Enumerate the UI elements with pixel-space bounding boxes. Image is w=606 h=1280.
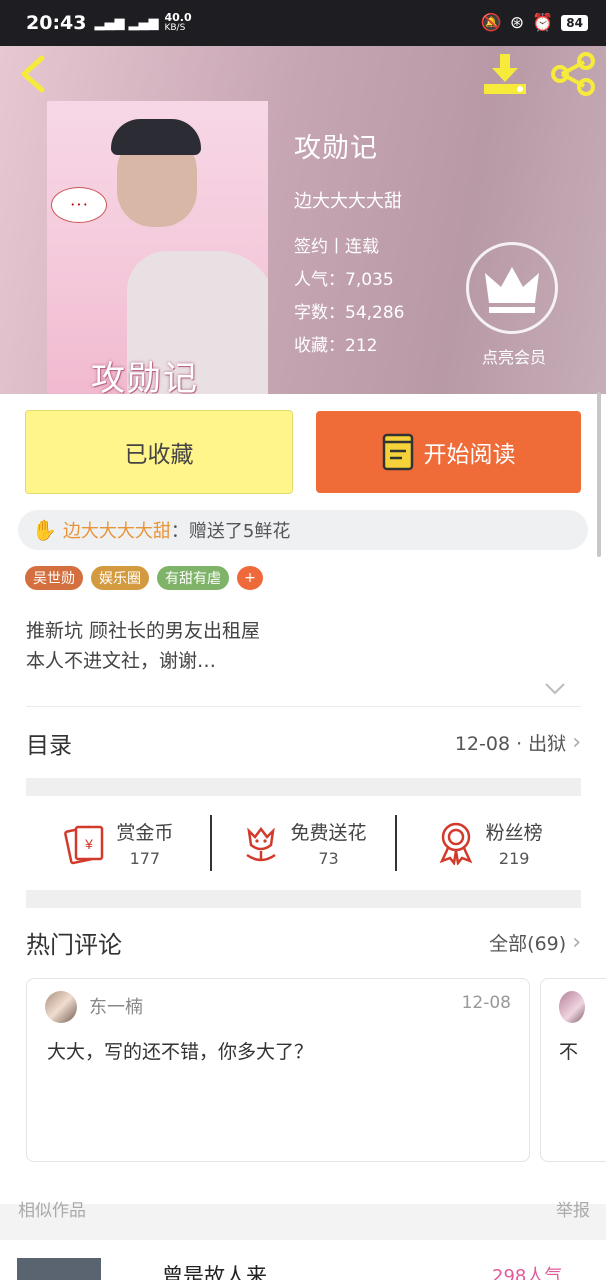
add-tag-button[interactable]: +	[237, 566, 263, 590]
download-button[interactable]	[482, 52, 528, 96]
comment-card[interactable]: 不	[540, 978, 606, 1162]
similar-book-popularity: 298人气	[492, 1266, 563, 1280]
book-cover[interactable]: • • • 攻勋记	[47, 101, 268, 394]
back-button[interactable]	[16, 54, 52, 94]
red-envelope-icon: ¥	[64, 825, 104, 865]
share-button[interactable]	[550, 52, 596, 96]
signal-icon-2: ▂▄▆	[128, 15, 159, 31]
stat-name: 免费送花	[290, 822, 367, 844]
gift-user[interactable]: 边大大大大甜	[63, 517, 171, 543]
book-title: 攻勋记	[294, 133, 378, 164]
clap-icon: ✋	[32, 518, 57, 542]
hot-comments-label: 热门评论	[26, 930, 122, 959]
footer-row: 相似作品 举报	[18, 1196, 590, 1221]
start-reading-label: 开始阅读	[423, 442, 516, 468]
network-speed-value: 40.0	[164, 11, 192, 24]
status-time: 20:43	[26, 12, 87, 34]
similar-book-cover	[17, 1258, 101, 1280]
section-divider	[26, 778, 581, 796]
book-author[interactable]: 边大大大大甜	[294, 187, 404, 213]
book-status: 签约丨连载	[294, 237, 379, 257]
battery-icon: 84	[561, 15, 588, 31]
toc-label: 目录	[26, 732, 72, 759]
medal-icon	[439, 822, 473, 865]
stat-free-flowers[interactable]: 免费送花 73	[212, 796, 396, 890]
toc-latest-chapter: 12-08 · 出狱	[454, 733, 567, 755]
book-icon	[382, 433, 413, 471]
alarm-icon: ⏰	[532, 13, 554, 33]
stat-value: 177	[129, 849, 161, 868]
cover-title: 攻勋记	[91, 359, 199, 394]
network-speed: 40.0 KB/S	[164, 11, 192, 33]
stat-reward-coins[interactable]: ¥ 赏金币 177	[26, 796, 210, 890]
network-speed-unit: KB/S	[164, 23, 186, 33]
similar-works-label: 相似作品	[18, 1201, 86, 1221]
tag-item[interactable]: 娱乐圈	[91, 566, 149, 590]
chevron-right-icon: ›	[572, 730, 581, 755]
comment-body: 大大，写的还不错，你多大了？	[47, 1041, 314, 1063]
mute-icon: 🔕	[480, 13, 502, 33]
tag-item[interactable]: 吴世勋	[25, 566, 83, 590]
download-icon	[484, 54, 526, 94]
svg-text:¥: ¥	[84, 836, 93, 852]
stat-name: 赏金币	[116, 822, 174, 844]
favorited-button[interactable]: 已收藏	[25, 410, 293, 494]
signal-icon: ▂▄▆	[94, 15, 125, 31]
status-right: 🔕 ⊛ ⏰ 84	[481, 13, 588, 33]
chevron-right-icon[interactable]: ›	[572, 930, 581, 955]
crown-icon	[485, 267, 539, 313]
stat-name: 粉丝榜	[485, 822, 543, 844]
comment-card[interactable]: 东一楠 12-08 大大，写的还不错，你多大了？	[26, 978, 530, 1162]
stats-bar: ¥ 赏金币 177 免费送花 73 粉丝榜 219	[26, 796, 581, 890]
cover-figure-cap	[111, 119, 201, 155]
comment-date: 12-08	[461, 993, 511, 1013]
book-popularity: 人气：7,035	[294, 270, 394, 290]
scrollbar[interactable]	[597, 392, 601, 557]
tag-list: 吴世勋 娱乐圈 有甜有虐 +	[25, 566, 263, 590]
stat-value: 219	[498, 849, 530, 868]
book-collections: 收藏：212	[294, 336, 378, 356]
cover-speech-bubble: • • •	[51, 187, 107, 223]
avatar[interactable]	[45, 991, 77, 1023]
report-link[interactable]: 举报	[556, 1196, 590, 1221]
expand-chevron-icon[interactable]	[544, 682, 566, 696]
similar-book-title: 曾是故人来	[162, 1264, 267, 1280]
comment-user[interactable]: 东一楠	[89, 993, 143, 1019]
share-icon	[551, 52, 595, 96]
comment-body: 不	[559, 1041, 579, 1063]
tag-item[interactable]: 有甜有虐	[157, 566, 229, 590]
similar-book-item[interactable]: 曾是故人来 298人气	[0, 1240, 606, 1280]
vip-badge[interactable]	[466, 242, 558, 334]
hot-comments-header: 热门评论 全部(69) ›	[26, 910, 581, 974]
book-description[interactable]: 推新坑 顾社长的男友出租屋 本人不进文社，谢谢…	[26, 616, 260, 676]
stat-fan-ranking[interactable]: 粉丝榜 219	[397, 796, 581, 890]
all-comments-link[interactable]: 全部(69)	[489, 929, 566, 956]
avatar[interactable]	[559, 991, 585, 1023]
book-word-count: 字数：54,286	[294, 303, 405, 323]
status-bar: 20:43 ▂▄▆ ▂▄▆ 40.0 KB/S 🔕 ⊛ ⏰ 84	[0, 0, 606, 46]
description-line: 本人不进文社，谢谢…	[26, 650, 217, 672]
chevron-left-icon	[21, 55, 45, 93]
flower-icon	[245, 826, 276, 862]
table-of-contents-row[interactable]: 目录 12-08 · 出狱 ›	[26, 706, 581, 778]
gift-banner[interactable]: ✋ 边大大大大甜 ：赠送了5鲜花	[18, 510, 588, 550]
stat-value: 73	[318, 849, 339, 868]
lock-rotation-icon: ⊛	[509, 13, 525, 33]
start-reading-button[interactable]: 开始阅读	[316, 411, 581, 493]
description-line: 推新坑 顾社长的男友出租屋	[26, 620, 261, 642]
book-info: 攻勋记 边大大大大甜 签约丨连载 人气：7,035 字数：54,286 收藏：2…	[294, 126, 404, 363]
gift-text: ：赠送了5鲜花	[170, 521, 291, 542]
vip-label[interactable]: 点亮会员	[470, 344, 558, 368]
section-divider	[26, 890, 581, 908]
